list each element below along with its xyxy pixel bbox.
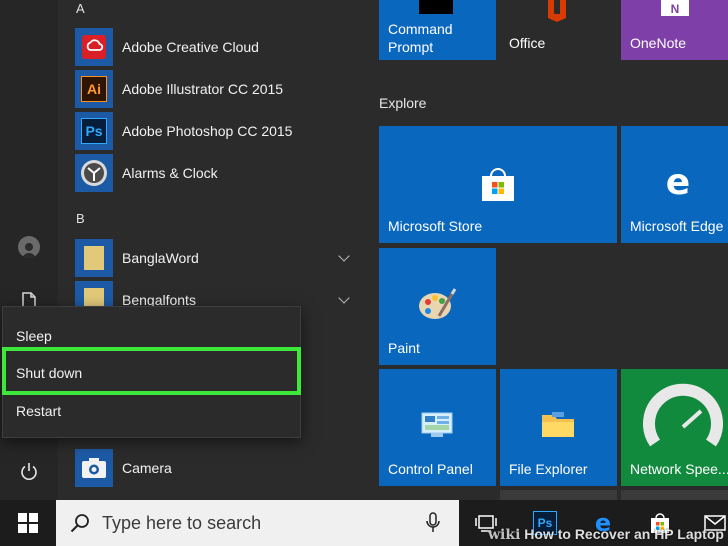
store-bag-icon (479, 166, 517, 202)
app-item-camera[interactable]: Camera (75, 449, 360, 487)
paint-palette-icon (417, 286, 457, 322)
taskbar-search-box[interactable]: Type here to search (56, 500, 459, 546)
app-item-banglaword[interactable]: BanglaWord (75, 239, 360, 277)
creative-cloud-icon (75, 28, 113, 66)
tile-control-panel[interactable]: Control Panel (379, 369, 496, 486)
tile-office[interactable]: Office (500, 0, 617, 60)
chevron-down-icon[interactable] (338, 250, 350, 262)
app-item-alarms-clock[interactable]: Alarms & Clock (75, 154, 360, 192)
tile-label: Microsoft Edge (630, 218, 724, 234)
office-icon (542, 0, 572, 22)
app-label: Adobe Creative Cloud (122, 39, 259, 55)
tile-paint[interactable]: Paint (379, 248, 496, 365)
watermark: wiki How to Recover an HP Laptop (488, 526, 728, 546)
app-label: Adobe Illustrator CC 2015 (122, 81, 284, 97)
restart-option[interactable]: Restart (3, 392, 302, 430)
tile-microsoft-store[interactable]: Microsoft Store (379, 126, 617, 243)
power-button[interactable] (10, 452, 48, 490)
tile-onenote[interactable]: N OneNote (621, 0, 728, 60)
microphone-icon[interactable] (426, 512, 440, 534)
watermark-text: How to Recover an HP Laptop (524, 526, 724, 542)
search-icon (70, 514, 89, 533)
tile-label: Command Prompt (388, 21, 453, 55)
search-placeholder: Type here to search (102, 512, 262, 533)
control-panel-icon (421, 411, 453, 439)
tile-label: OneNote (630, 35, 687, 51)
app-item-adobe-creative-cloud[interactable]: Adobe Creative Cloud (75, 28, 360, 66)
clock-icon (75, 154, 113, 192)
speedometer-icon (643, 381, 723, 455)
tile-label: Microsoft Store (388, 218, 483, 234)
start-button[interactable] (13, 508, 43, 538)
shut-down-highlight-box (2, 347, 301, 395)
tile-group-title: Explore (379, 95, 427, 111)
chevron-down-icon[interactable] (338, 292, 350, 304)
file-explorer-icon (540, 409, 576, 441)
power-icon (21, 463, 37, 480)
tile-label: File Explorer (509, 461, 588, 477)
tile-label: Network Spee... (630, 461, 728, 477)
letter-header-b[interactable]: B (76, 211, 85, 226)
tile-network-speed-test[interactable]: Network Spee... (621, 369, 728, 486)
camera-icon (75, 449, 113, 487)
start-menu: A Adobe Creative Cloud Ai Adobe Illustra… (0, 0, 728, 500)
tile-microsoft-edge[interactable]: e Microsoft Edge (621, 126, 728, 243)
terminal-icon (419, 0, 453, 14)
tile-label: Office (509, 35, 546, 51)
windows-logo-icon (18, 513, 38, 533)
user-account-button[interactable] (10, 228, 48, 266)
onenote-icon: N (661, 0, 689, 16)
tile-file-explorer[interactable]: File Explorer (500, 369, 617, 486)
illustrator-icon: Ai (75, 70, 113, 108)
tile-label: Control Panel (388, 461, 473, 477)
photoshop-badge: Ps (81, 118, 107, 144)
watermark-wiki: wiki (488, 527, 521, 543)
letter-header-a[interactable]: A (76, 1, 85, 16)
tile-command-prompt[interactable]: Command Prompt (379, 0, 496, 60)
edge-icon: e (661, 164, 695, 200)
app-label: Adobe Photoshop CC 2015 (122, 123, 293, 139)
user-icon (18, 236, 40, 258)
photoshop-icon: Ps (75, 112, 113, 150)
app-item-adobe-illustrator[interactable]: Ai Adobe Illustrator CC 2015 (75, 70, 360, 108)
app-label: BanglaWord (122, 250, 199, 266)
app-item-adobe-photoshop[interactable]: Ps Adobe Photoshop CC 2015 (75, 112, 360, 150)
illustrator-badge: Ai (81, 76, 107, 102)
svg-text:N: N (671, 2, 680, 16)
tile-label: Paint (388, 340, 420, 356)
tile-partial[interactable] (500, 490, 617, 500)
app-label: Camera (122, 460, 172, 476)
app-label: Alarms & Clock (122, 165, 218, 181)
tile-partial[interactable] (621, 490, 728, 500)
folder-icon (75, 239, 113, 277)
svg-text:e: e (666, 164, 690, 200)
